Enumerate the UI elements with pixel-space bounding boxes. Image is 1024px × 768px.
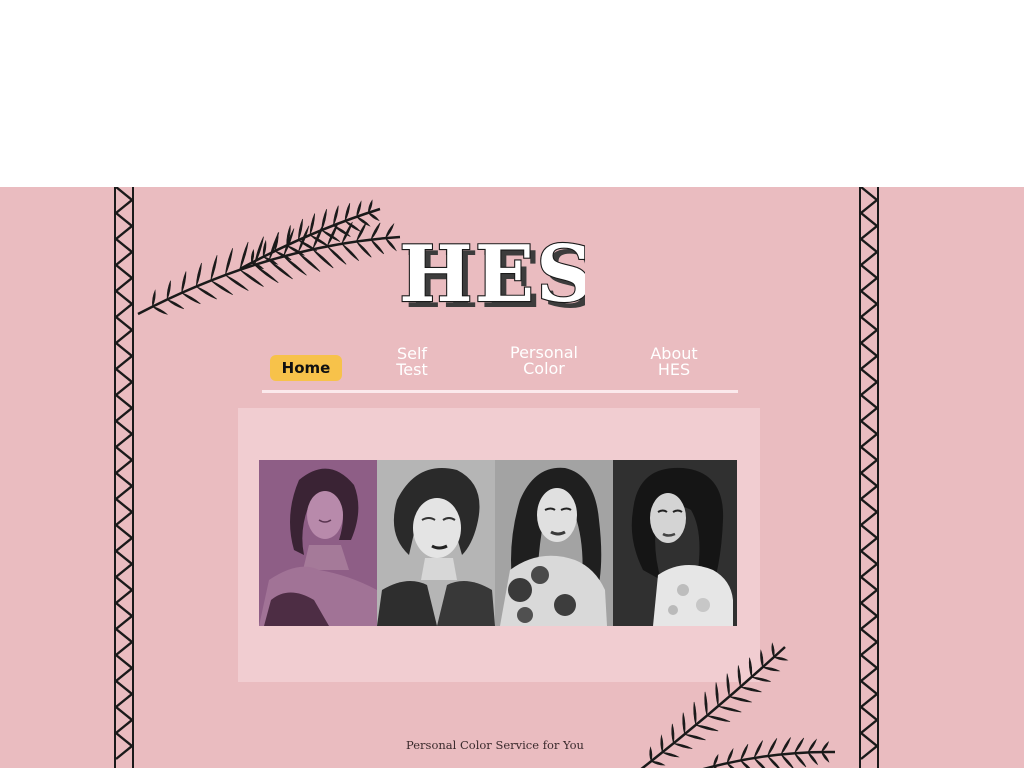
gallery-panel	[238, 408, 760, 682]
fern-branch-icon	[640, 642, 836, 768]
portrait-photo-4[interactable]	[613, 460, 737, 626]
photo-gallery	[259, 460, 737, 626]
fern-branch-icon	[137, 199, 401, 316]
hes-logo[interactable]: HES HES	[395, 231, 585, 321]
right-zigzag-border	[859, 187, 879, 768]
page-canvas: HES HES Home Self Test Personal Color Ab…	[0, 187, 1024, 768]
portrait-photo-1[interactable]	[259, 460, 377, 626]
nav-self-test[interactable]: Self Test	[380, 346, 444, 378]
nav-about-hes[interactable]: About HES	[634, 346, 714, 378]
portrait-photo-2[interactable]	[377, 460, 495, 626]
svg-text:HES: HES	[399, 231, 585, 320]
portrait-photo-3[interactable]	[495, 460, 613, 626]
nav-home[interactable]: Home	[270, 355, 342, 381]
nav-underline	[262, 390, 738, 393]
nav-personal-color[interactable]: Personal Color	[494, 345, 594, 377]
main-nav: Home Self Test Personal Color About HES	[262, 339, 738, 393]
footer-tagline: Personal Color Service for You	[406, 738, 584, 752]
